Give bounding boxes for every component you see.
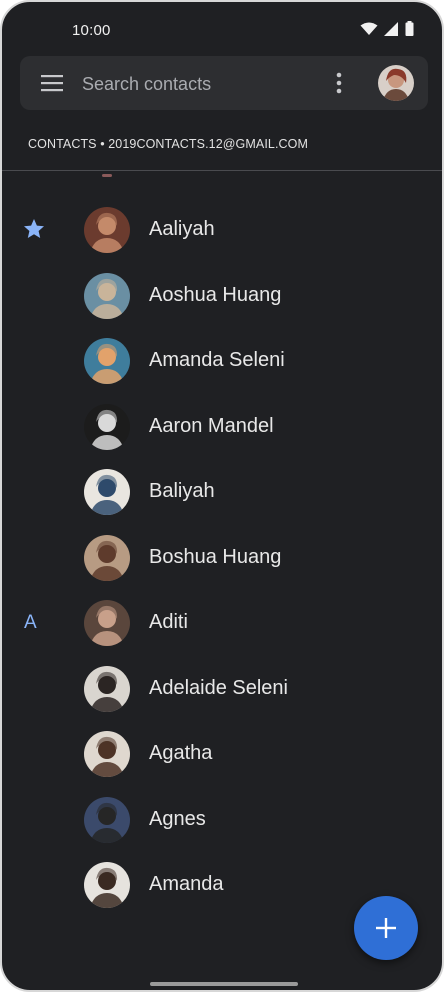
contact-avatar (84, 600, 130, 646)
contact-avatar (84, 862, 130, 908)
contact-name: Aoshua Huang (149, 283, 282, 306)
account-avatar[interactable] (378, 65, 414, 101)
contact-avatar (84, 338, 130, 384)
contact-name: Amanda Seleni (149, 349, 285, 371)
contact-name: Agatha (149, 742, 213, 764)
scrolled-avatar-edge (102, 174, 112, 177)
contact-row[interactable]: Amanda Seleni (2, 328, 442, 394)
contact-row[interactable]: Aaliyah (2, 197, 442, 263)
more-vert-icon[interactable] (332, 71, 346, 95)
contact-avatar (84, 731, 130, 777)
contact-row[interactable]: Agnes (2, 787, 442, 853)
contact-row[interactable]: Aoshua Huang (2, 263, 442, 329)
contact-name: Boshua Huang (149, 545, 282, 568)
contact-name: Baliyah (149, 480, 215, 502)
phone-screen: 10:00 Search contacts CONTACTS • 2019CON… (0, 0, 444, 992)
contact-name: Aaron Mandel (149, 414, 274, 437)
status-bar: 10:00 (2, 2, 442, 54)
contact-name: Aaliyah (149, 218, 215, 240)
contact-avatar (84, 469, 130, 515)
add-contact-button[interactable] (354, 896, 418, 960)
contact-avatar (84, 534, 130, 581)
search-input[interactable] (80, 68, 324, 100)
contact-row[interactable]: Agatha (2, 721, 442, 787)
contact-row[interactable]: Boshua Huang (2, 525, 442, 591)
contact-row[interactable]: Baliyah (2, 459, 442, 525)
contact-row[interactable]: A Aditi (2, 590, 442, 656)
status-icons (360, 21, 414, 36)
home-indicator[interactable] (150, 982, 298, 986)
contact-name: Agnes (149, 807, 206, 830)
contact-row[interactable]: Adelaide Seleni (2, 656, 442, 722)
contact-avatar (84, 665, 130, 712)
contact-avatar (84, 403, 130, 450)
contact-name: Adelaide Seleni (149, 676, 288, 699)
wifi-icon (360, 22, 378, 35)
star-icon (22, 217, 46, 241)
account-label: CONTACTS • 2019CONTACTS.12@GMAIL.COM (28, 137, 308, 151)
contact-row[interactable]: Aaron Mandel (2, 394, 442, 460)
contact-avatar (84, 272, 130, 319)
divider (2, 170, 442, 171)
contact-avatar (84, 796, 130, 843)
section-letter: A (24, 612, 37, 633)
add-icon (376, 918, 396, 938)
search-bar[interactable] (20, 56, 428, 110)
menu-icon[interactable] (40, 72, 64, 94)
contact-name: Aditi (149, 611, 188, 633)
contact-avatar (84, 207, 130, 253)
status-time: 10:00 (72, 22, 111, 39)
signal-icon (384, 21, 398, 36)
battery-icon (405, 21, 414, 36)
contact-name: Amanda (149, 873, 224, 895)
